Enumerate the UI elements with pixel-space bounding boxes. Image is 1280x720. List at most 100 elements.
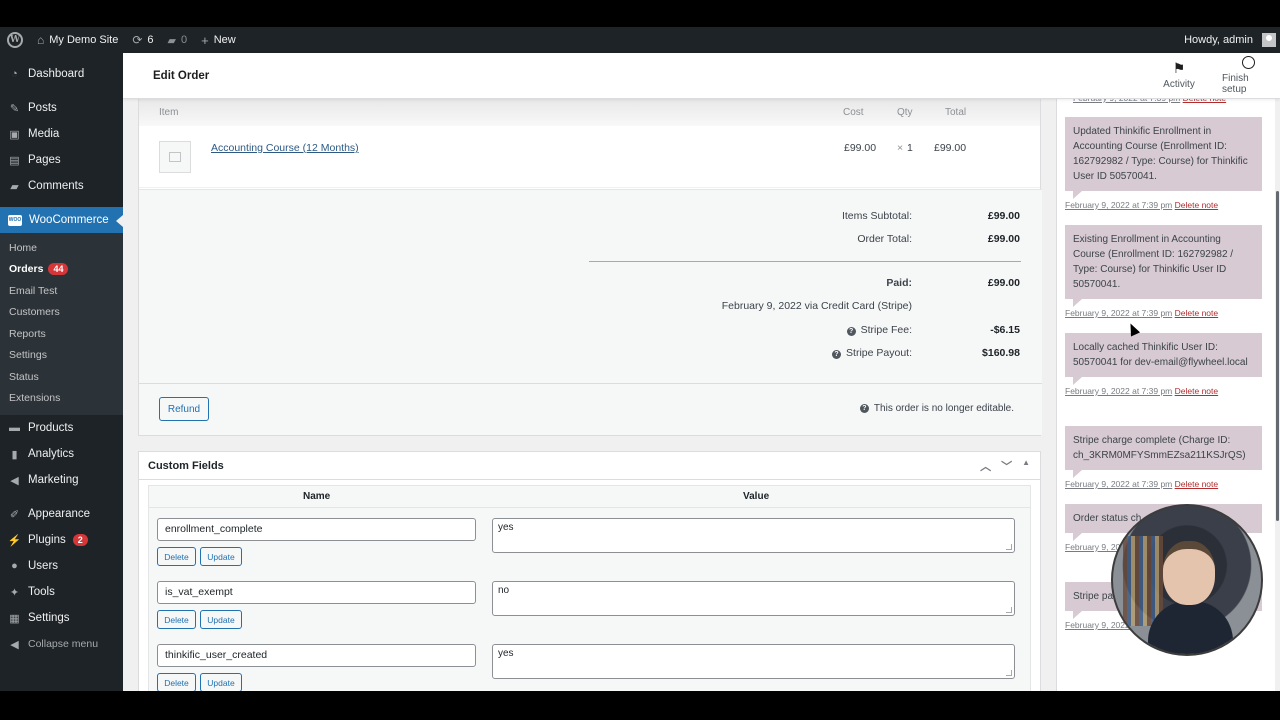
delete-meta-button[interactable]: Delete	[157, 610, 196, 629]
submenu-item-extensions[interactable]: Extensions	[0, 388, 123, 410]
resize-handle-icon[interactable]	[1006, 607, 1012, 613]
help-icon[interactable]: ?	[846, 327, 856, 336]
paid-row: Paid: £99.00	[582, 277, 1020, 289]
dashboard-icon: ◔	[11, 68, 18, 80]
items-subtotal-value: £99.00	[987, 210, 1020, 222]
not-editable-text: This order is no longer editable.	[873, 403, 1014, 414]
update-meta-button[interactable]: Update	[200, 673, 242, 691]
order-note: Locally cached Thinkific User ID: 505700…	[1065, 333, 1262, 396]
sidebar-label: Media	[28, 128, 60, 140]
settings-icon: ▦	[9, 612, 20, 625]
meta-key-input[interactable]: thinkific_user_created	[157, 644, 476, 667]
submenu-label: Extensions	[9, 392, 61, 405]
toggle-panel-icon[interactable]: ▲	[1022, 458, 1030, 474]
sidebar-label: Plugins	[28, 534, 66, 546]
product-link[interactable]: Accounting Course (12 Months)	[211, 142, 359, 154]
meta-value-textarea[interactable]: yes	[492, 644, 1015, 679]
order-total-row: Order Total: £99.00	[582, 233, 1020, 245]
note-text: Locally cached Thinkific User ID: 505700…	[1065, 333, 1262, 385]
stripe-payout-row: ? Stripe Payout: $160.98	[582, 347, 1020, 359]
qty-multiplier: ×	[897, 142, 904, 154]
delete-meta-button[interactable]: Delete	[157, 673, 196, 691]
meta-key-input[interactable]: enrollment_complete	[157, 518, 476, 541]
page-scrollbar[interactable]	[1275, 99, 1280, 691]
totals-divider	[589, 261, 1021, 262]
sidebar-item-marketing[interactable]: ◀ Marketing	[0, 467, 123, 493]
help-icon[interactable]: ?	[859, 404, 869, 413]
submenu-item-reports[interactable]: Reports	[0, 323, 123, 345]
delete-note-link[interactable]: Delete note	[1175, 479, 1218, 489]
item-qty: 1	[907, 142, 913, 154]
new-content-link[interactable]: + New	[194, 27, 243, 53]
user-avatar-icon	[1262, 33, 1276, 47]
custom-field-row: thinkific_user_created Delete Update yes	[149, 644, 1032, 691]
col-item: Item	[159, 107, 179, 118]
resize-handle-icon[interactable]	[1006, 670, 1012, 676]
sidebar-item-media[interactable]: ▣ Media	[0, 121, 123, 147]
resize-handle-icon[interactable]	[1006, 544, 1012, 550]
sidebar-item-posts[interactable]: ✎ Posts	[0, 95, 123, 121]
sidebar-item-settings[interactable]: ▦ Settings	[0, 605, 123, 631]
order-main: Item Cost Qty Total Accounting Course (1…	[138, 99, 1042, 691]
submenu-label: Settings	[9, 349, 47, 362]
sidebar-label: WooCommerce	[29, 214, 109, 226]
sidebar-item-woocommerce[interactable]: WOO WooCommerce	[0, 207, 123, 233]
sidebar-item-appearance[interactable]: ✐ Appearance	[0, 501, 123, 527]
submenu-item-orders[interactable]: Orders 44	[0, 259, 123, 281]
comments-link[interactable]: ▰ 0	[161, 27, 195, 53]
help-icon[interactable]: ?	[832, 350, 842, 359]
sidebar-label: Comments	[28, 180, 84, 192]
finish-setup-button[interactable]: Finish setup	[1216, 53, 1280, 99]
activity-button[interactable]: ⚑ Activity	[1150, 53, 1208, 99]
submenu-item-settings[interactable]: Settings	[0, 345, 123, 367]
sidebar-item-users[interactable]: ● Users	[0, 553, 123, 579]
delete-note-link[interactable]: Delete note	[1175, 308, 1218, 318]
flag-icon: ⚑	[1172, 60, 1186, 76]
stripe-payout-label: Stripe Payout:	[846, 347, 912, 359]
submenu-item-home[interactable]: Home	[0, 237, 123, 259]
order-note: Stripe charge complete (Charge ID: ch_3K…	[1065, 426, 1262, 489]
sidebar-item-dashboard[interactable]: ◔ Dashboard	[0, 61, 123, 87]
site-name-link[interactable]: ⌂ My Demo Site	[30, 27, 125, 53]
move-up-icon[interactable]: ︿	[980, 458, 991, 474]
submenu-item-status[interactable]: Status	[0, 366, 123, 388]
sidebar-item-analytics[interactable]: ▮ Analytics	[0, 441, 123, 467]
order-items-panel: Item Cost Qty Total Accounting Course (1…	[138, 99, 1042, 436]
sidebar-item-products[interactable]: ▬ Products	[0, 415, 123, 441]
update-meta-button[interactable]: Update	[200, 547, 242, 566]
submenu-item-customers[interactable]: Customers	[0, 302, 123, 324]
sidebar-label: Posts	[28, 102, 57, 114]
sidebar-item-tools[interactable]: ✦ Tools	[0, 579, 123, 605]
collapse-label: Collapse menu	[28, 638, 99, 650]
note-text: Updated Thinkific Enrollment in Accounti…	[1065, 117, 1262, 199]
scrollbar-thumb[interactable]	[1276, 191, 1279, 521]
delete-note-link[interactable]: Delete note	[1183, 99, 1226, 103]
sidebar-item-plugins[interactable]: ⚡ Plugins 2	[0, 527, 123, 553]
delete-note-link[interactable]: Delete note	[1175, 200, 1218, 210]
meta-value-textarea[interactable]: no	[492, 581, 1015, 616]
updates-link[interactable]: ⟳ 6	[125, 27, 160, 53]
note-date: February 9, 2022 at 7:39 pm	[1065, 200, 1173, 210]
updates-count: 6	[147, 34, 154, 46]
col-total: Total	[945, 107, 967, 118]
update-meta-button[interactable]: Update	[200, 610, 242, 629]
my-account-menu[interactable]: Howdy, admin	[1177, 27, 1280, 53]
delete-note-link[interactable]: Delete note	[1175, 386, 1218, 396]
sidebar-item-comments[interactable]: ▰ Comments	[0, 173, 123, 199]
sidebar-label: Appearance	[28, 508, 91, 520]
move-down-icon[interactable]: ﹀	[1001, 458, 1012, 474]
meta-key-input[interactable]: is_vat_exempt	[157, 581, 476, 604]
sidebar-label: Users	[28, 560, 59, 572]
users-icon: ●	[11, 560, 18, 572]
delete-meta-button[interactable]: Delete	[157, 547, 196, 566]
meta-value-textarea[interactable]: yes	[492, 518, 1015, 553]
submenu-item-email-test[interactable]: Email Test	[0, 280, 123, 302]
submenu-label: Customers	[9, 306, 60, 319]
collapse-menu-button[interactable]: ◀ Collapse menu	[0, 631, 123, 657]
col-name: Name	[303, 491, 331, 502]
paid-note: February 9, 2022 via Credit Card (Stripe…	[721, 300, 912, 312]
stripe-payout-value: $160.98	[982, 347, 1020, 359]
sidebar-item-pages[interactable]: ▤ Pages	[0, 147, 123, 173]
refund-button[interactable]: Refund	[159, 397, 209, 421]
wp-logo-menu[interactable]: W	[0, 27, 30, 53]
